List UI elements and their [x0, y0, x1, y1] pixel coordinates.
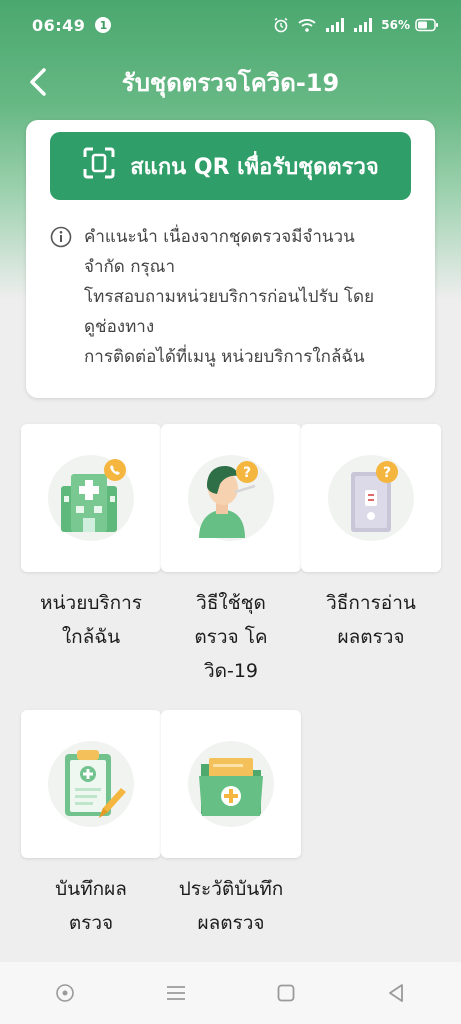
hospital-icon — [48, 455, 134, 541]
swab-test-icon: ? — [188, 455, 274, 541]
back-button[interactable] — [28, 65, 58, 99]
square-icon — [277, 984, 295, 1002]
folder-icon — [188, 741, 274, 827]
back-nav-button[interactable] — [386, 983, 406, 1003]
test-kit-icon: ? — [328, 455, 414, 541]
battery-status: 56% — [381, 18, 439, 32]
system-nav-bar — [0, 962, 461, 1024]
alarm-icon — [273, 17, 289, 33]
battery-percent: 56% — [381, 18, 410, 32]
assistant-button[interactable] — [55, 983, 75, 1003]
menu-tile-nearby-service[interactable] — [21, 424, 161, 572]
menu-label-line: วิธีใช้ชุด — [196, 592, 266, 614]
menu-label-line: บันทึกผล — [55, 878, 127, 900]
svg-text:?: ? — [243, 465, 251, 481]
wifi-icon — [297, 17, 317, 33]
battery-icon — [415, 18, 439, 32]
menu-label-line: ตรวจ — [68, 912, 114, 934]
qr-scan-icon — [82, 146, 116, 186]
menu-label-how-to-use: วิธีใช้ชุด ตรวจ โค วิด-19 — [161, 586, 301, 688]
notice-text: คำแนะนำ เนื่องจากชุดตรวจมีจำนวน จำกัด กร… — [50, 222, 420, 372]
notice-line: ดูช่องทาง — [84, 317, 155, 337]
scan-card: สแกน QR เพื่อรับชุดตรวจ คำแนะนำ เนื่องจา… — [26, 120, 435, 398]
menu-label-how-to-read: วิธีการอ่าน ผลตรวจ — [301, 586, 441, 654]
menu-button[interactable] — [165, 984, 187, 1002]
info-icon — [50, 226, 72, 372]
svg-text:?: ? — [383, 465, 391, 481]
home-button[interactable] — [276, 983, 296, 1003]
menu-label-line: วิด-19 — [203, 660, 259, 682]
menu-tile-how-to-use[interactable]: ? — [161, 424, 301, 572]
menu-label-line: หน่วยบริการ — [40, 592, 142, 614]
chevron-left-icon — [30, 68, 46, 96]
menu-label-line: ตรวจ โค — [194, 626, 268, 648]
page-title: รับชุดตรวจโควิด-19 — [121, 68, 340, 97]
menu-label-line: ผลตรวจ — [337, 626, 405, 648]
notice-line: คำแนะนำ เนื่องจากชุดตรวจมีจำนวน — [84, 227, 355, 247]
clipboard-icon — [48, 741, 134, 827]
menu-label-line: ประวัติบันทึก — [178, 878, 284, 900]
notice-line: จำกัด กรุณา — [84, 257, 175, 277]
status-time: 06:49 — [32, 15, 86, 35]
notice-line: โทรสอบถามหน่วยบริการก่อนไปรับ โดย — [84, 287, 375, 307]
menu-tile-history[interactable] — [161, 710, 301, 858]
signal-icon — [325, 18, 345, 32]
menu-label-line: ใกล้ฉัน — [61, 626, 121, 648]
menu-tile-how-to-read[interactable]: ? — [301, 424, 441, 572]
menu-label-nearby-service: หน่วยบริการ ใกล้ฉัน — [21, 586, 161, 654]
menu-icon — [166, 986, 185, 1000]
menu-label-history: ประวัติบันทึก ผลตรวจ — [161, 872, 301, 940]
app-header: รับชุดตรวจโควิด-19 — [0, 52, 461, 112]
menu-label-line: วิธีการอ่าน — [326, 592, 416, 614]
menu-label-record-result: บันทึกผล ตรวจ — [21, 872, 161, 940]
scan-qr-label: สแกน QR เพื่อรับชุดตรวจ — [130, 154, 379, 180]
menu-label-line: ผลตรวจ — [197, 912, 265, 934]
notice-line: การติดต่อได้ที่เมนู หน่วยบริการใกล้ฉัน — [84, 347, 365, 367]
signal-icon-2 — [353, 18, 373, 32]
notification-badge: 1 — [95, 17, 112, 33]
circle-dot-icon — [56, 984, 74, 1002]
menu-tile-record-result[interactable] — [21, 710, 161, 858]
scan-qr-button[interactable]: สแกน QR เพื่อรับชุดตรวจ — [50, 132, 411, 200]
triangle-back-icon — [389, 984, 404, 1002]
status-bar: 06:49 1 56% — [0, 0, 461, 50]
